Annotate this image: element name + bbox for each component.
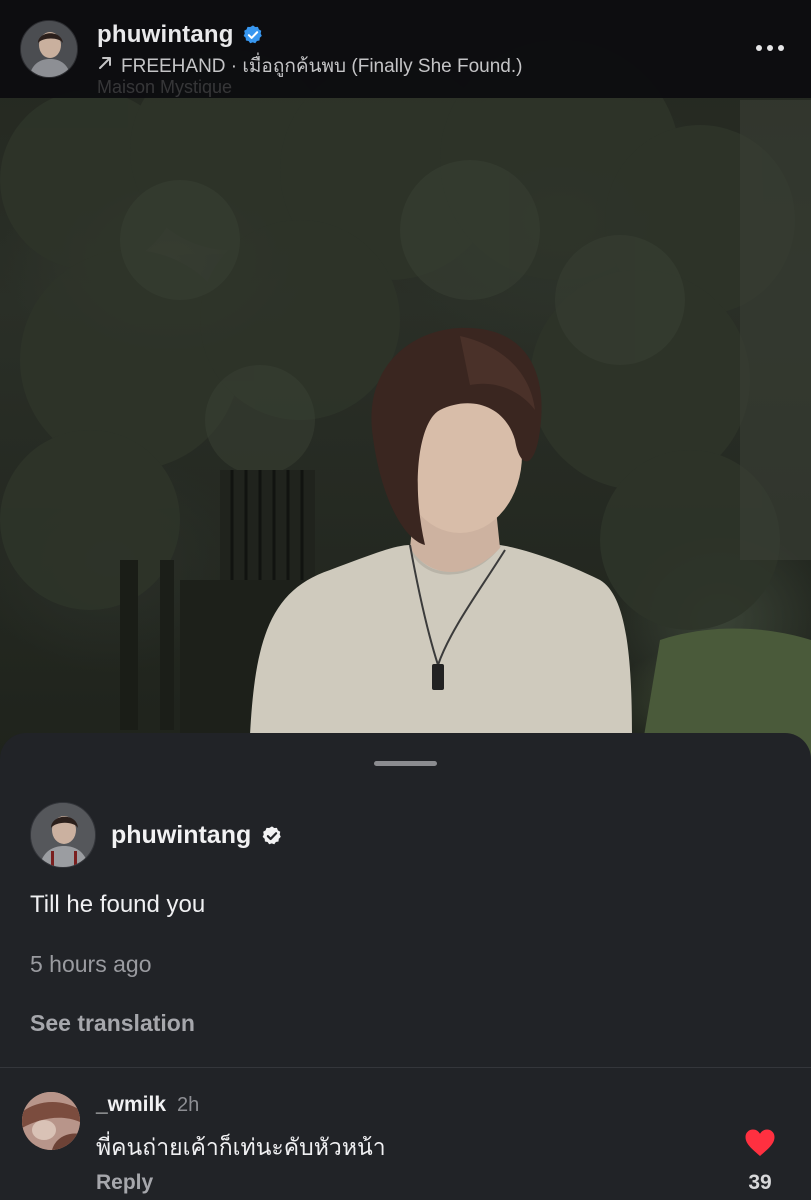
photo-illustration bbox=[0, 40, 811, 760]
avatar-illustration bbox=[31, 803, 95, 867]
post-caption: Till he found you bbox=[30, 891, 206, 918]
verified-badge-icon bbox=[242, 24, 264, 46]
comment-text: พี่คนถ่ายเค้าก็เท่นะคับหัวหน้า bbox=[96, 1134, 386, 1160]
post-photo[interactable] bbox=[0, 0, 811, 760]
verified-badge-icon bbox=[261, 825, 283, 847]
location-label[interactable]: Maison Mystique bbox=[97, 77, 232, 98]
heart-icon[interactable] bbox=[744, 1128, 776, 1158]
avatar-illustration bbox=[21, 21, 77, 77]
post-author-avatar[interactable] bbox=[30, 802, 96, 868]
header-avatar[interactable] bbox=[20, 20, 78, 78]
post-author-row: phuwintang bbox=[111, 821, 283, 850]
more-dot bbox=[767, 45, 773, 51]
drag-handle[interactable] bbox=[374, 761, 437, 766]
post-timestamp: 5 hours ago bbox=[30, 951, 152, 977]
commenter-avatar[interactable] bbox=[22, 1092, 80, 1150]
divider bbox=[0, 1067, 811, 1068]
avatar-illustration bbox=[22, 1092, 80, 1150]
post-author-username[interactable]: phuwintang bbox=[111, 821, 251, 850]
commenter-username[interactable]: _wmilk bbox=[96, 1093, 166, 1117]
reply-button[interactable]: Reply bbox=[96, 1171, 153, 1195]
top-header: phuwintang FREEHAND · เมื่อถูกค้นพบ (Fin… bbox=[0, 0, 811, 98]
more-horizontal-icon[interactable] bbox=[752, 36, 788, 60]
comment-time: 2h bbox=[177, 1094, 200, 1116]
header-username-row: phuwintang bbox=[97, 21, 264, 49]
more-dot bbox=[756, 45, 762, 51]
arrow-up-right-icon bbox=[97, 55, 113, 77]
header-username[interactable]: phuwintang bbox=[97, 21, 234, 49]
comments-sheet: phuwintang Till he found you 5 hours ago… bbox=[0, 733, 811, 1200]
more-dot bbox=[778, 45, 784, 51]
see-translation-button[interactable]: See translation bbox=[30, 1010, 195, 1037]
like-count: 39 bbox=[748, 1171, 772, 1194]
screen: phuwintang FREEHAND · เมื่อถูกค้นพบ (Fin… bbox=[0, 0, 811, 1200]
